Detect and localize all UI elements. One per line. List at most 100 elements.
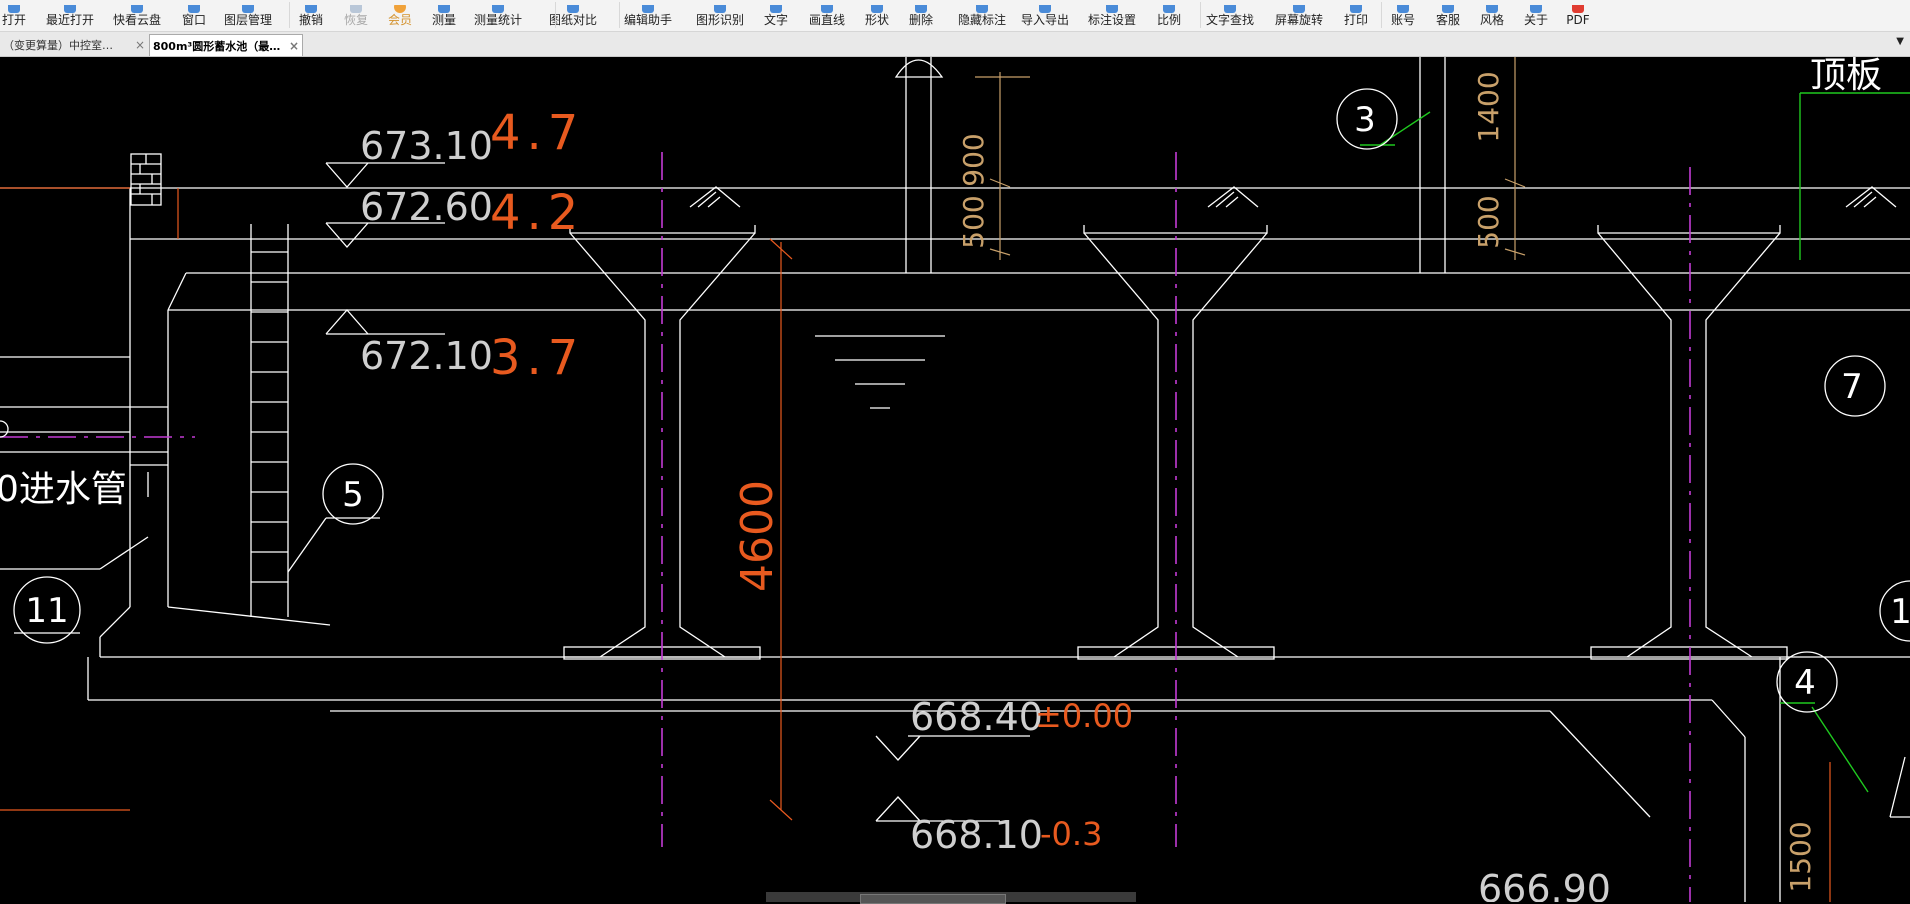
elevation-672-60: 672.60 — [360, 185, 493, 229]
toolbar-button-compare[interactable]: 图纸对比 — [543, 0, 603, 31]
tab-label: （变更算量）中控室… — [3, 38, 113, 52]
callout-4: 4 — [1794, 663, 1816, 703]
toolbar-button-cloud[interactable]: 快看云盘 — [107, 0, 167, 31]
about-icon — [1527, 5, 1545, 13]
toolbar-separator — [619, 2, 620, 28]
recent-icon — [61, 5, 79, 13]
toolbar-button-label: 图纸对比 — [548, 13, 597, 27]
dim-500-left: 500 — [957, 195, 990, 248]
toolbar-button-pdf[interactable]: PDF — [1548, 0, 1608, 31]
relative-4-7: 4.7 — [490, 105, 584, 161]
ruler-icon — [435, 5, 453, 13]
close-icon[interactable]: × — [289, 39, 299, 53]
elevation-668-10: 668.10 — [910, 813, 1043, 857]
style-icon — [1483, 5, 1501, 13]
cloud-icon — [128, 5, 146, 13]
tab-label: 800m³圆形蓄水池（最… — [153, 39, 281, 53]
recognize-icon — [711, 5, 729, 13]
toolbar-button-scale[interactable]: 比例 — [1139, 0, 1199, 31]
import-export-icon — [1036, 5, 1054, 13]
toolbar-button-label: 隐藏标注 — [957, 13, 1006, 27]
toolbar-button-edit[interactable]: 编辑助手 — [618, 0, 678, 31]
account-icon — [1394, 5, 1412, 13]
green-lines — [1360, 92, 1910, 793]
relative-3-7: 3.7 — [490, 330, 584, 386]
toolbar-button-label: 文字查找 — [1205, 13, 1254, 27]
dim-1400: 1400 — [1472, 71, 1505, 142]
pdf-icon — [1569, 5, 1587, 13]
command-input[interactable] — [860, 894, 1006, 904]
elevation-673-10: 673.10 — [360, 124, 493, 168]
relative-4-2: 4.2 — [490, 185, 584, 241]
toolbar-button-open[interactable]: 打开 — [0, 0, 44, 31]
toolbar-button-text-search[interactable]: 文字查找 — [1200, 0, 1260, 31]
toolbar-button-label: 编辑助手 — [623, 13, 672, 27]
toolbar-button-ruler[interactable]: 测量 — [414, 0, 474, 31]
toolbar-button-hide-annotation[interactable]: 隐藏标注 — [952, 0, 1012, 31]
close-icon[interactable]: × — [135, 38, 145, 52]
dimension-height: 4600 — [732, 480, 783, 592]
toolbar-button-label: 画直线 — [808, 13, 845, 27]
structure-lines — [0, 57, 1910, 902]
toolbar-separator — [1381, 2, 1382, 28]
drawing-canvas[interactable]: 3 5 7 11 4 1 673.10 672.60 672.10 668.40… — [0, 57, 1910, 902]
toolbar-button-label: PDF — [1566, 13, 1590, 27]
callout-labels: 3 5 7 11 4 1 — [25, 100, 1910, 703]
toolbar-button-label: 测量 — [431, 13, 456, 27]
print-icon — [1347, 5, 1365, 13]
inlet-pipe-label: 0进水管 — [0, 469, 127, 510]
centerlines — [0, 152, 1691, 902]
tab-document-2[interactable]: 800m³圆形蓄水池（最… × — [149, 34, 303, 56]
line-icon — [818, 5, 836, 13]
toolbar-button-label: 图层管理 — [223, 13, 272, 27]
toolbar-button-label: 屏幕旋转 — [1274, 13, 1323, 27]
toolbar-button-import-export[interactable]: 导入导出 — [1015, 0, 1075, 31]
toolbar-button-stats[interactable]: 测量统计 — [468, 0, 528, 31]
toolbar-separator — [555, 2, 556, 28]
undo-icon — [302, 5, 320, 13]
tan-dimension-lines — [975, 57, 1526, 260]
toolbar-button-label: 会员 — [387, 13, 412, 27]
toolbar-button-layers[interactable]: 图层管理 — [218, 0, 278, 31]
toolbar-button-label: 恢复 — [343, 13, 368, 27]
toolbar-button-label: 关于 — [1523, 13, 1548, 27]
toolbar-button-rotate[interactable]: 屏幕旋转 — [1269, 0, 1329, 31]
relative-elevations-small: ±0.00 -0.3 — [1035, 697, 1133, 853]
stats-icon — [489, 5, 507, 13]
toolbar-separator — [289, 2, 290, 28]
toolbar-separator — [1200, 2, 1201, 28]
toolbar-button-delete[interactable]: 删除 — [891, 0, 951, 31]
hide-annotation-icon — [973, 5, 991, 13]
toolbar-button-annotation-settings[interactable]: 标注设置 — [1082, 0, 1142, 31]
toolbar-button-label: 打开 — [1, 13, 26, 27]
cad-drawing[interactable]: 3 5 7 11 4 1 673.10 672.60 672.10 668.40… — [0, 57, 1910, 902]
chevron-down-icon[interactable]: ▼ — [1896, 36, 1904, 47]
drawing-labels: 顶板 0进水管 — [0, 57, 1882, 510]
dim-500-right: 500 — [1472, 195, 1505, 248]
layers-icon — [239, 5, 257, 13]
relative-elevations: 4.7 4.2 3.7 — [490, 105, 584, 386]
dim-4600: 4600 — [732, 480, 783, 592]
elevation-672-10: 672.10 — [360, 334, 493, 378]
toolbar-button-label: 客服 — [1435, 13, 1460, 27]
toolbar-button-label: 最近打开 — [45, 13, 94, 27]
rotate-icon — [1290, 5, 1308, 13]
toolbar-button-recent[interactable]: 最近打开 — [40, 0, 100, 31]
callout-11: 11 — [25, 591, 68, 631]
dim-900: 900 — [957, 133, 990, 186]
toolbar-button-label: 标注设置 — [1087, 13, 1136, 27]
window-icon — [185, 5, 203, 13]
toolbar-button-recognize[interactable]: 图形识别 — [690, 0, 750, 31]
toolbar-button-label: 比例 — [1156, 13, 1181, 27]
toolbar-button-label: 账号 — [1390, 13, 1415, 27]
tab-document-1[interactable]: （变更算量）中控室… × — [0, 34, 148, 55]
dim-1500: 1500 — [1784, 821, 1817, 892]
toolbar-button-window[interactable]: 窗口 — [164, 0, 224, 31]
redo-icon — [347, 5, 365, 13]
annotation-settings-icon — [1103, 5, 1121, 13]
orange-dimension-lines — [0, 187, 1831, 902]
delete-icon — [912, 5, 930, 13]
edit-icon — [639, 5, 657, 13]
open-icon — [5, 5, 23, 13]
toolbar-button-label: 测量统计 — [473, 13, 522, 27]
